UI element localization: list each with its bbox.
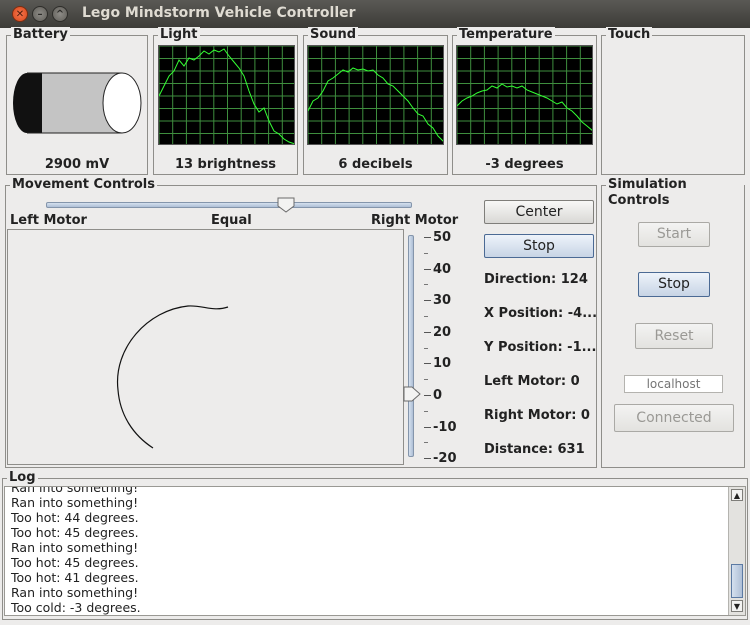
scroll-down-icon[interactable]: ▼ [731,600,743,612]
slider-tick-label: 0 [433,388,443,403]
slider-tick-label: 20 [433,324,452,340]
steering-slider-track [46,202,412,208]
slider-minor-tick [424,252,428,254]
speed-slider-thumb[interactable] [403,386,421,402]
start-simulation-button[interactable]: Start [638,222,710,247]
movement-title: Movement Controls [10,177,157,193]
slider-minor-tick [424,379,428,381]
log-entry: Too hot: 44 degrees. [11,510,139,525]
y-position-readout: Y Position: -1... [484,340,597,355]
log-entry: Ran into something! [11,585,139,600]
stop-movement-button[interactable]: Stop [484,234,594,258]
battery-icon [13,72,142,134]
sound-panel: Sound 6 decibels [303,27,448,175]
log-scrollbar[interactable]: ▲ ▼ [728,487,745,615]
light-value: 13 brightness [174,157,277,172]
slider-major-tick [424,363,431,365]
battery-panel: Battery 2900 mV [6,27,148,175]
slider-minor-tick [424,316,428,317]
light-panel: Light 13 brightness [153,27,298,175]
speed-slider-ticks: 50 40 30 20 10 0 -10 -20 [422,228,462,467]
log-entry: Ran into something! [11,495,139,510]
temperature-value: -3 degrees [485,157,564,172]
direction-readout: Direction: 124 [484,272,588,287]
log-title: Log [7,470,38,486]
sound-title: Sound [308,27,359,43]
slider-major-tick [424,395,431,396]
right-motor-label: Right Motor [371,213,459,228]
center-button[interactable]: Center [484,200,594,224]
slider-tick-label: 10 [433,356,452,372]
light-title: Light [158,27,200,43]
simulation-title: Simulation Controls [606,177,744,209]
slider-major-tick [424,237,431,238]
slider-major-tick [424,268,431,270]
log-entry: Too hot: 45 degrees. [11,525,139,540]
equal-label: Equal [211,213,252,228]
sound-scope [307,45,444,145]
maximize-window-button[interactable]: ^ [52,6,68,22]
right-motor-readout: Right Motor: 0 [484,408,590,423]
log-entry: Too cold: -3 degrees. [11,600,141,615]
window-title: Lego Mindstorm Vehicle Controller [82,5,356,21]
steering-slider[interactable] [46,197,412,214]
slider-major-tick [424,458,431,460]
host-input[interactable] [624,375,723,393]
scroll-thumb[interactable] [731,564,743,598]
connected-button[interactable]: Connected [614,404,734,432]
sound-value: 6 decibels [338,157,413,172]
close-window-button[interactable]: ✕ [12,6,28,22]
slider-tick-label: 40 [433,261,452,277]
log-entry: Too hot: 41 degrees. [11,570,139,585]
speed-slider-track [408,235,414,457]
slider-tick-label: -20 [433,451,457,467]
log-entry: Ran into something! [11,486,139,495]
x-position-readout: X Position: -4... [484,306,598,321]
slider-tick-label: 50 [433,230,452,245]
log-entry: Ran into something! [11,540,139,555]
slider-major-tick [424,300,431,302]
slider-tick-label: 30 [433,293,452,309]
slider-minor-tick [424,410,428,412]
left-motor-label: Left Motor [10,213,87,228]
temperature-panel: Temperature -3 degrees [452,27,597,175]
vehicle-path [116,305,229,449]
log-list: Ran into something! Ran into something! To… [4,486,746,616]
touch-panel: Touch [601,27,745,175]
path-canvas [7,229,404,465]
slider-minor-tick [424,442,428,444]
reset-simulation-button[interactable]: Reset [635,323,713,349]
battery-title: Battery [11,27,70,43]
slider-minor-tick [424,347,428,349]
battery-value: 2900 mV [44,157,110,172]
temperature-title: Temperature [457,27,555,43]
title-bar: ✕ – ^ Lego Mindstorm Vehicle Controller [0,0,750,28]
slider-major-tick [424,426,431,428]
stop-simulation-button[interactable]: Stop [638,272,710,297]
left-motor-readout: Left Motor: 0 [484,374,580,389]
distance-readout: Distance: 631 [484,442,585,457]
slider-minor-tick [424,284,428,286]
steering-slider-thumb[interactable] [277,197,295,213]
temperature-scope [456,45,593,145]
log-entry: Too hot: 45 degrees. [11,555,139,570]
light-scope [158,45,295,145]
scroll-up-icon[interactable]: ▲ [731,489,743,501]
slider-tick-label: -10 [433,419,457,435]
touch-title: Touch [606,27,653,43]
slider-major-tick [424,331,431,333]
minimize-window-button[interactable]: – [32,6,48,22]
